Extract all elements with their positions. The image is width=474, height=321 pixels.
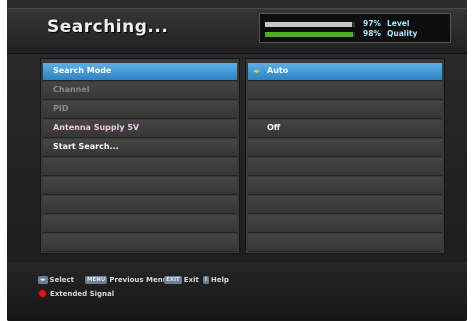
menu-row-empty: [43, 196, 237, 214]
value-row-empty: [248, 177, 442, 195]
menu-label-pid: PID: [53, 104, 69, 113]
signal-quality-percent: 98%: [363, 29, 381, 38]
menu-label-start-search: Start Search...: [53, 142, 119, 151]
tv-screen: Searching... 97% Level 98% Quality Searc…: [7, 0, 467, 321]
menu-row-channel[interactable]: Channel: [43, 82, 237, 100]
hint-extended-signal: Extended Signal: [50, 290, 115, 298]
exit-key-icon: EXIT: [164, 276, 182, 284]
value-antenna-supply: Off: [267, 123, 281, 132]
signal-quality-track: [265, 32, 355, 37]
settings-value-panel: ◂▸ Auto Off: [245, 58, 445, 254]
value-row-search-mode[interactable]: ◂▸ Auto: [248, 63, 442, 81]
value-row-empty: [248, 234, 442, 252]
value-search-mode: Auto: [267, 66, 289, 75]
arrow-keys-icon: ◂▸: [38, 276, 48, 284]
hint-help: i Help: [203, 276, 229, 284]
hint-previous-menu: MENU Previous Menu: [85, 276, 168, 284]
page-title: Searching...: [47, 17, 169, 37]
menu-row-start-search[interactable]: Start Search...: [43, 139, 237, 157]
value-row-pid: [248, 101, 442, 119]
left-right-arrows-icon: ◂▸: [253, 67, 261, 75]
value-row-empty: [248, 215, 442, 233]
menu-label-antenna-supply: Antenna Supply 5V: [53, 123, 140, 132]
menu-label-channel: Channel: [53, 85, 90, 94]
signal-level-track: [265, 22, 355, 27]
signal-quality-label: Quality: [387, 29, 418, 38]
signal-level-percent: 97%: [363, 19, 381, 28]
signal-meter: 97% Level 98% Quality: [259, 13, 451, 43]
settings-label-panel: Search Mode Channel PID Antenna Supply 5…: [40, 58, 240, 254]
red-button-icon: [38, 289, 47, 298]
menu-row-empty: [43, 215, 237, 233]
menu-row-empty: [43, 234, 237, 252]
menu-row-pid[interactable]: PID: [43, 101, 237, 119]
signal-level-bar: [265, 22, 353, 27]
menu-row-empty: [43, 177, 237, 195]
menu-label-search-mode: Search Mode: [53, 66, 112, 75]
value-row-empty: [248, 158, 442, 176]
menu-row-antenna-supply[interactable]: Antenna Supply 5V: [43, 120, 237, 138]
info-key-icon: i: [203, 276, 209, 284]
signal-level-label: Level: [387, 19, 410, 28]
value-row-antenna-supply[interactable]: Off: [248, 120, 442, 138]
menu-row-empty: [43, 158, 237, 176]
signal-quality-bar: [265, 32, 354, 37]
value-row-empty: [248, 139, 442, 157]
menu-key-icon: MENU: [85, 276, 108, 284]
menu-row-search-mode[interactable]: Search Mode: [43, 63, 237, 81]
footer-hints: ◂▸ Select MENU Previous Menu EXIT Exit i Hel…: [7, 262, 467, 321]
hint-select: ◂▸ Select: [38, 276, 74, 284]
value-row-empty: [248, 196, 442, 214]
value-row-channel: [248, 82, 442, 100]
hint-exit: EXIT Exit: [164, 276, 199, 284]
